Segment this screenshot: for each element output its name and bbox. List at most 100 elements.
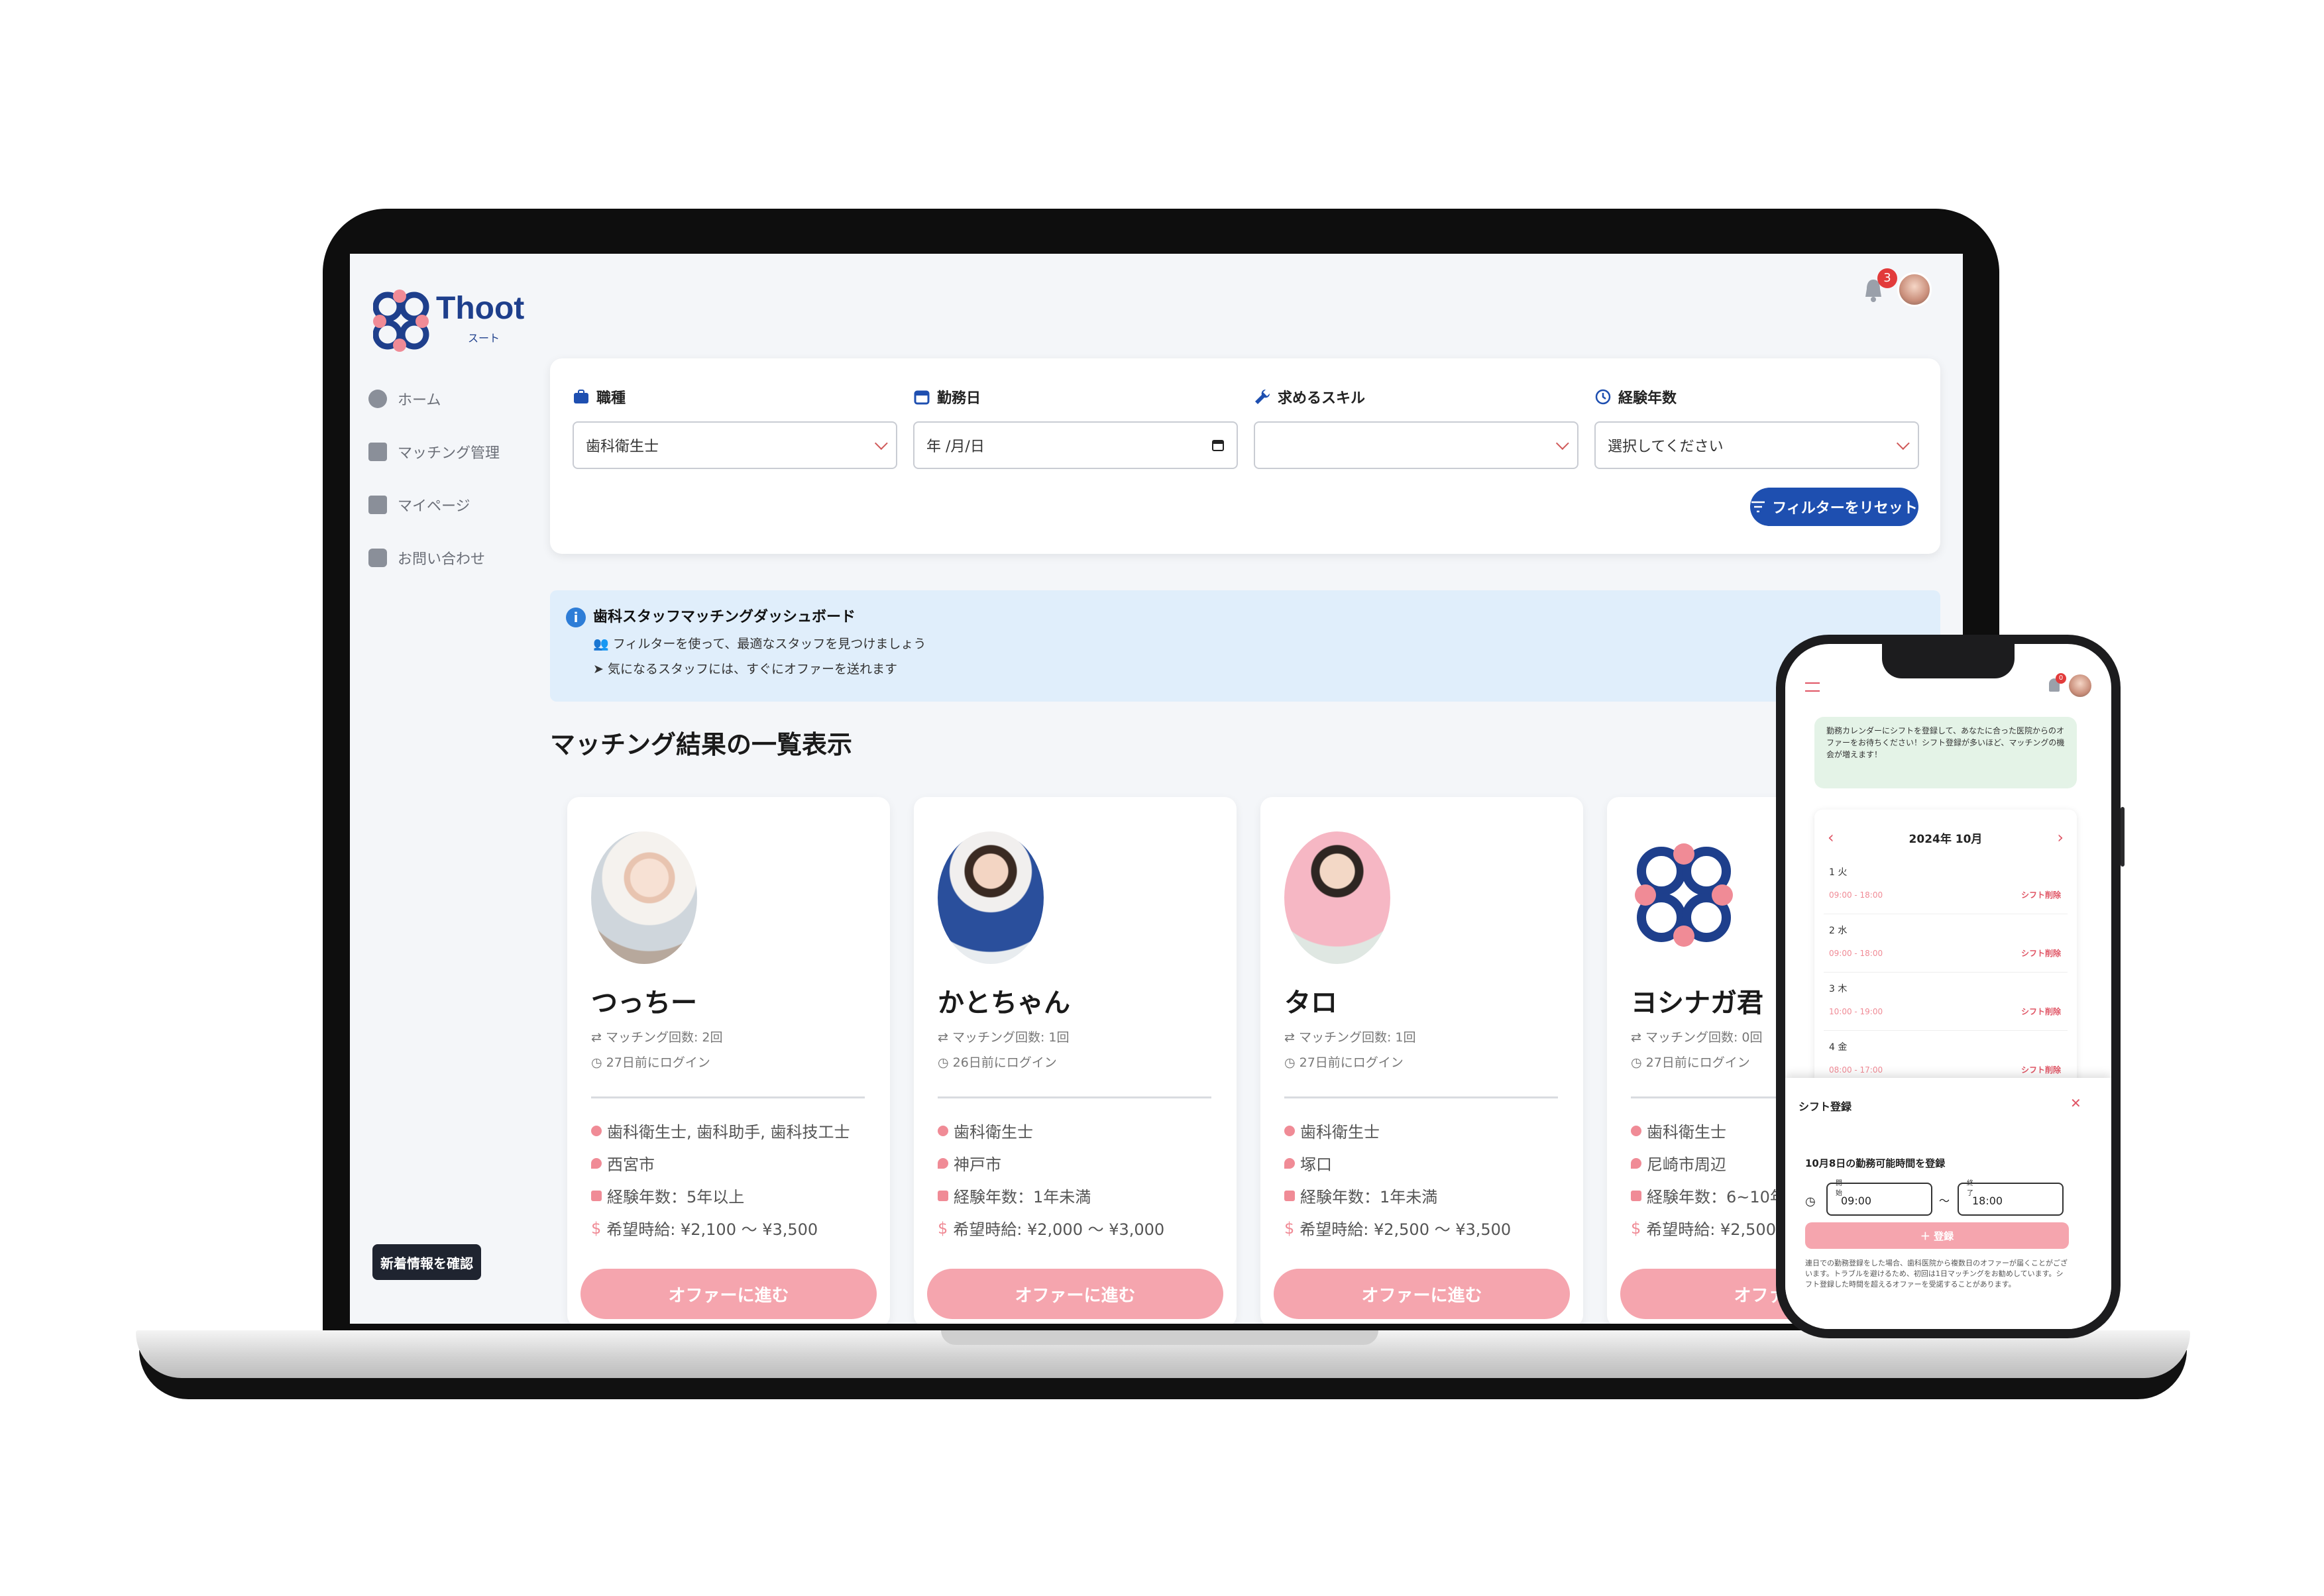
reset-filters-button[interactable]: フィルターをリセット — [1750, 488, 1918, 526]
filter-panel: 職種 歯科衛生士 勤務日 年 /月/日 求めるスキル 経験年数 選択してください… — [550, 358, 1940, 554]
location-pin-icon — [591, 1157, 602, 1169]
staff-card: つっちー ⇄ マッチング回数: 2回 ◷ 27日前にログイン 歯科衛生士, 歯科… — [567, 797, 890, 1324]
work-date-value: 年 /月/日 — [926, 439, 985, 455]
clock-icon — [1595, 389, 1611, 405]
experience-select[interactable]: 選択してください — [1594, 421, 1919, 469]
experience-text: 経験年数：1年未満 — [1300, 1188, 1438, 1206]
work-date-input[interactable]: 年 /月/日 — [913, 421, 1238, 469]
phone-screen: 0 勤務カレンダーにシフトを登録して、あなたに合った医院からのオファーをお待ちく… — [1785, 644, 2111, 1329]
new-info-button[interactable]: 新着情報を確認 — [372, 1244, 481, 1280]
sidebar-item-label: ホーム — [398, 392, 441, 409]
sidebar-item-label: マイページ — [398, 498, 470, 515]
register-shift-button[interactable]: ＋ 登録 — [1805, 1222, 2069, 1249]
next-month-icon[interactable]: › — [2057, 828, 2064, 847]
staff-name: ヨシナガ君 — [1631, 988, 1763, 1018]
calendar-day: 3 木 10:00 - 19:00 シフト削除 — [1824, 973, 2068, 1031]
last-login: ◷ 27日前にログイン — [1631, 1053, 1750, 1071]
offer-button[interactable]: オファーに進む — [927, 1269, 1223, 1319]
chevron-down-icon — [1555, 437, 1569, 451]
calendar-month: 2024年 10月 — [1909, 833, 1983, 846]
experience-text: 経験年数：5年以上 — [607, 1188, 745, 1206]
offer-button[interactable]: オファーに進む — [1274, 1269, 1570, 1319]
person-icon — [938, 1125, 948, 1136]
occupation-select[interactable]: 歯科衛生士 — [573, 421, 897, 469]
info-line-1: 👥 フィルターを使って、最適なスタッフを見つけましょう — [593, 634, 926, 652]
last-login-text: 27日前にログイン — [606, 1055, 710, 1070]
roles-text: 歯科衛生士 — [954, 1123, 1033, 1142]
hamburger-menu-icon[interactable] — [1805, 682, 1820, 692]
location-row: 西宮市 — [591, 1151, 655, 1175]
dollar-icon: $ — [938, 1218, 948, 1238]
location-row: 塚口 — [1284, 1151, 1332, 1175]
match-count: ⇄ マッチング回数: 1回 — [938, 1028, 1070, 1045]
sidebar-item-home[interactable]: ホーム — [368, 388, 441, 409]
card-divider — [591, 1096, 865, 1098]
laptop-base-notch — [941, 1330, 1378, 1345]
skills-filter-label: 求めるスキル — [1254, 386, 1365, 407]
roles-row: 歯科衛生士 — [938, 1119, 1033, 1142]
delete-shift-button[interactable]: シフト削除 — [2021, 1064, 2061, 1075]
reset-filters-label: フィルターをリセット — [1772, 500, 1918, 517]
calendar-picker-icon[interactable] — [1211, 439, 1225, 452]
offer-button[interactable]: オファーに進む — [581, 1269, 877, 1319]
staff-name: タロ — [1284, 988, 1337, 1018]
info-line-2: ➤ 気になるスタッフには、すぐにオファーを送れます — [593, 659, 897, 677]
send-icon: ➤ — [593, 662, 608, 676]
delete-shift-button[interactable]: シフト削除 — [2021, 1006, 2061, 1017]
staff-photo — [591, 831, 697, 964]
chevron-down-icon — [874, 437, 888, 451]
chevron-down-icon — [1896, 437, 1910, 451]
delete-shift-button[interactable]: シフト削除 — [2021, 947, 2061, 959]
dollar-icon: $ — [1631, 1218, 1641, 1238]
wage-row: $ 希望時給: ¥2,000 〜 ¥3,000 — [938, 1216, 1164, 1240]
experience-row: 経験年数：1年未満 — [938, 1184, 1091, 1207]
clock-icon: ◷ — [591, 1055, 606, 1070]
modal-note: 連日での勤務登録をした場合、歯科医院から複数日のオファーが届くことがございます。… — [1805, 1259, 2068, 1289]
match-count: ⇄ マッチング回数: 0回 — [1631, 1028, 1763, 1045]
experience-text: 経験年数：6~10年 — [1647, 1188, 1786, 1206]
experience-text: 経験年数：1年未満 — [954, 1188, 1091, 1206]
mockup-stage: Thoot スート ホーム マッチング管理 マイページ お問い合わせ 新着情報を… — [0, 0, 2324, 1596]
calendar-icon — [914, 390, 930, 405]
experience-row: 経験年数：5年以上 — [591, 1184, 744, 1207]
last-login: ◷ 27日前にログイン — [591, 1053, 710, 1071]
section-title: マッチング結果の一覧表示 — [550, 730, 853, 759]
shift-register-modal: シフト登録 ✕ 10月8日の勤務可能時間を登録 ◷ 開始 09:00 〜 終了 … — [1785, 1078, 2111, 1329]
avatar[interactable] — [1897, 272, 1932, 307]
experience-row: 経験年数：1年未満 — [1284, 1184, 1437, 1207]
roles-text: 歯科衛生士 — [1300, 1123, 1380, 1142]
info-line-1-text: フィルターを使って、最適なスタッフを見つけましょう — [612, 637, 926, 651]
end-time-input[interactable]: 18:00 — [1958, 1183, 2064, 1216]
skills-label-text: 求めるスキル — [1278, 390, 1366, 407]
repeat-icon: ⇄ — [938, 1030, 952, 1045]
calendar-day: 2 水 09:00 - 18:00 シフト削除 — [1824, 914, 2068, 973]
person-icon — [1284, 1125, 1295, 1136]
last-login-text: 27日前にログイン — [1645, 1055, 1750, 1070]
start-time-input[interactable]: 09:00 — [1826, 1183, 1932, 1216]
people-icon: 👥 — [593, 637, 613, 651]
avatar[interactable] — [2069, 674, 2091, 697]
staff-photo — [1284, 831, 1390, 964]
match-count-text: マッチング回数: 2回 — [605, 1030, 723, 1045]
repeat-icon: ⇄ — [591, 1030, 606, 1045]
sidebar-item-contact[interactable]: お問い合わせ — [368, 547, 485, 568]
sidebar-item-mypage[interactable]: マイページ — [368, 494, 470, 515]
experience-label-text: 経験年数 — [1618, 390, 1677, 407]
dollar-icon: $ — [591, 1218, 602, 1238]
roles-row: 歯科衛生士 — [1284, 1119, 1380, 1142]
wage-text: 希望時給: ¥2,000 〜 ¥3,000 — [953, 1220, 1165, 1239]
work-date-label-text: 勤務日 — [937, 390, 981, 407]
time-separator: 〜 — [1939, 1195, 1950, 1207]
clock-icon: ◷ — [1805, 1195, 1816, 1208]
shift-time: 10:00 - 19:00 — [1829, 1007, 1883, 1016]
close-icon[interactable]: ✕ — [2070, 1095, 2081, 1111]
clock-icon: ◷ — [938, 1055, 953, 1070]
match-count: ⇄ マッチング回数: 1回 — [1284, 1028, 1416, 1045]
skills-select[interactable] — [1254, 421, 1578, 469]
wage-row: $ 希望時給: ¥2,500 〜 — [1631, 1216, 1797, 1240]
person-icon — [1631, 1125, 1641, 1136]
sidebar-item-matching[interactable]: マッチング管理 — [368, 441, 500, 462]
shift-time: 09:00 - 18:00 — [1829, 949, 1883, 958]
delete-shift-button[interactable]: シフト削除 — [2021, 889, 2061, 900]
briefcase-icon — [1284, 1190, 1295, 1201]
